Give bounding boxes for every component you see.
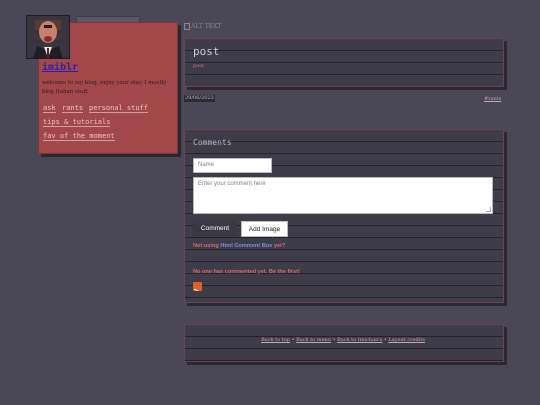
post-body: post xyxy=(193,63,204,69)
comment-placeholder: Enter your comment here xyxy=(198,181,266,187)
avatar-image xyxy=(27,16,69,58)
layout-credits-link[interactable]: Layout credits xyxy=(388,337,424,343)
comments-panel xyxy=(184,129,504,303)
nav-link-fav-of-the-moment[interactable]: fav of the moment xyxy=(43,132,115,141)
not-using-note: Not using Html Comment Box yet? xyxy=(193,243,285,249)
resize-handle-icon[interactable] xyxy=(486,207,491,212)
post-panel xyxy=(184,38,504,87)
footer-separator: • xyxy=(332,337,336,343)
no-comments-message: No one has commented yet. Be the first! xyxy=(193,269,300,275)
name-field-placeholder: Name xyxy=(198,162,215,168)
not-using-suffix: yet? xyxy=(273,243,286,249)
back-to-menu-link[interactable]: Back to menu xyxy=(296,337,331,343)
post-title: post xyxy=(193,45,220,58)
back-to-top-link[interactable]: Back to top xyxy=(261,337,290,343)
name-field[interactable]: Name xyxy=(193,158,272,173)
not-using-prefix: Not using xyxy=(193,243,219,249)
nav-link-ask[interactable]: ask xyxy=(43,104,56,113)
nav-link-rants[interactable]: rants xyxy=(62,104,84,113)
post-image: ALT TEXT xyxy=(184,23,221,30)
comments-heading: Comments xyxy=(193,138,232,147)
back-to-imichans-link[interactable]: Back to Imichan's xyxy=(337,337,382,343)
post-image-alt: ALT TEXT xyxy=(191,23,222,30)
footer-separator: • xyxy=(383,337,387,343)
post-tag-link[interactable]: #rants xyxy=(484,96,501,102)
post-date: 29/06/2023 xyxy=(184,95,215,102)
comment-button[interactable]: Comment xyxy=(193,221,237,237)
avatar xyxy=(26,15,70,59)
nav-link-tips-tutorials[interactable]: tips & tutorials xyxy=(43,118,111,127)
footer-links: Back to top • Back to menu • Back to Imi… xyxy=(184,337,502,343)
html-comment-box-link[interactable]: Html Comment Box xyxy=(220,243,272,249)
comment-textarea[interactable]: Enter your comment here xyxy=(193,177,493,214)
rss-icon[interactable] xyxy=(193,282,202,291)
broken-image-icon xyxy=(184,23,190,30)
add-image-button[interactable]: Add Image xyxy=(241,221,288,237)
blog-title-link[interactable]: imiblr xyxy=(42,62,78,73)
blog-description: welcome to my blog, enjoy your stay. I m… xyxy=(42,80,167,95)
nav-link-personal-stuff[interactable]: personal stuff xyxy=(89,104,149,113)
footer-separator: • xyxy=(291,337,295,343)
footer-panel xyxy=(184,324,504,362)
